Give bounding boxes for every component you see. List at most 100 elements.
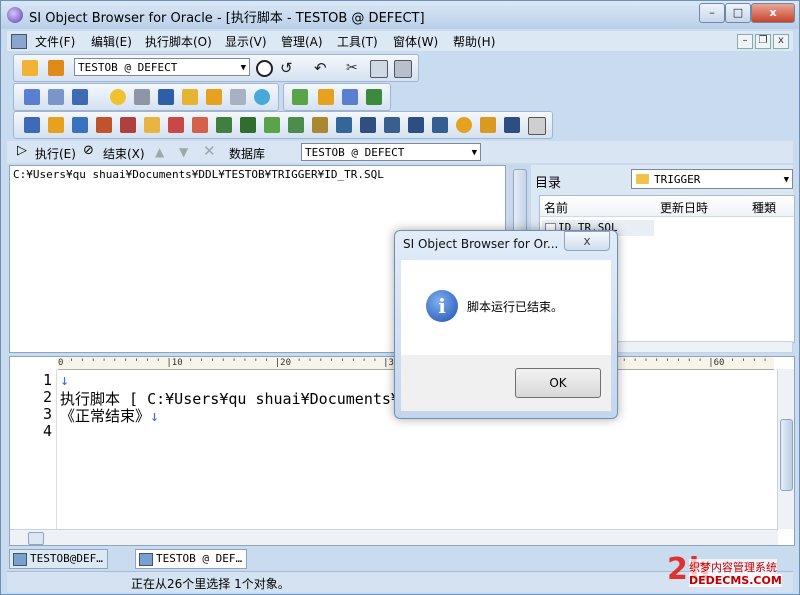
lock-icon[interactable] [182,89,198,105]
sync-icon[interactable] [254,89,270,105]
tab-connection[interactable]: TESTOB@DEF… [9,549,108,569]
script-path: C:¥Users¥qu shuai¥Documents¥DDL¥TESTOB¥T… [13,168,384,181]
column-type[interactable]: 種類 [752,199,776,216]
window-title: SI Object Browser for Oracle - [执行脚本 - T… [29,11,425,26]
procedure-icon[interactable] [168,117,184,133]
dialog-footer: OK [401,355,611,411]
sql-tool-icon[interactable] [342,89,358,105]
maximize-button[interactable]: □ [725,3,751,23]
connection-select-value: TESTOB @ DEFECT [78,61,178,74]
close-button[interactable]: x [751,3,795,23]
table-view-icon[interactable] [72,89,88,105]
menu-manage[interactable]: 管理(A) [281,33,323,50]
status-text: 正在从26个里选择 1个对象。 [131,577,290,591]
arrow-up-icon[interactable]: ▲ [155,145,164,159]
scroll-thumb[interactable] [780,419,793,491]
function-icon[interactable] [192,117,208,133]
file-list-header: 名前 更新日時 種類 [540,196,794,217]
chevron-down-icon: ▼ [783,175,789,185]
app-window: SI Object Browser for Oracle - [执行脚本 - T… [0,0,800,595]
synonym-icon[interactable] [144,117,160,133]
toolbar-tools [283,83,391,111]
cut-icon[interactable]: ✂ [346,60,362,76]
server-icon[interactable] [158,89,174,105]
mdi-close-button[interactable]: x [773,34,789,49]
type-icon[interactable] [288,117,304,133]
script-icon[interactable] [48,89,64,105]
import-icon[interactable] [292,89,308,105]
menu-help[interactable]: 帮助(H) [453,33,495,50]
dialog-close-button[interactable]: x [564,231,610,251]
connection-select[interactable]: TESTOB @ DEFECT ▼ [74,58,250,76]
menu-tools[interactable]: 工具(T) [337,33,378,50]
column-name[interactable]: 名前 [544,199,568,216]
database-icon[interactable] [134,89,150,105]
type-body-icon[interactable] [312,117,328,133]
vertical-scrollbar[interactable] [777,369,794,529]
new-file-icon[interactable] [22,60,38,76]
trigger-icon[interactable] [264,117,280,133]
menu-bar: 文件(F) 编辑(E) 执行脚本(O) 显示(V) 管理(A) 工具(T) 窗体… [7,31,793,51]
export-icon[interactable] [366,89,382,105]
package-body-icon[interactable] [240,117,256,133]
watermark: 2h 织梦内容管理系统 DEDECMS.COM [661,552,799,594]
link-icon[interactable] [384,117,400,133]
table-icon[interactable] [24,117,40,133]
document-icon[interactable] [11,34,27,49]
play-icon[interactable]: ▷ [17,143,27,158]
line-gutter: 1 2 3 4 [10,369,57,529]
user-icon[interactable] [110,89,126,105]
database-select[interactable]: TESTOB @ DEFECT ▼ [301,143,481,161]
stop-icon[interactable]: ⊘ [83,143,94,158]
menu-run-script[interactable]: 执行脚本(O) [145,33,212,50]
copy-icon[interactable] [370,60,388,78]
index-icon[interactable] [72,117,88,133]
line-number: 2 [42,388,52,406]
column-updated[interactable]: 更新日時 [660,199,708,216]
paste-icon[interactable] [394,60,412,78]
refresh-icon[interactable]: ↺ [280,60,296,76]
sequence-icon[interactable] [120,117,136,133]
execute-button[interactable]: 执行(E) [35,145,76,162]
info-panel-icon[interactable] [528,117,546,135]
job-icon[interactable] [456,117,472,133]
chevron-down-icon: ▼ [240,63,246,73]
clear-icon[interactable]: ✕ [203,142,216,160]
library-icon[interactable] [408,117,424,133]
user-key-icon[interactable] [480,117,496,133]
stop-button[interactable]: 结束(X) [103,145,145,162]
minimize-button[interactable]: – [699,3,725,23]
directory-select[interactable]: TRIGGER ▼ [631,169,793,189]
menu-edit[interactable]: 编辑(E) [91,33,132,50]
menu-window[interactable]: 窗体(W) [393,33,438,50]
tab-script[interactable]: TESTOB @ DEF… [135,549,248,569]
line-number: 3 [42,405,52,423]
app-icon [7,7,23,23]
mdi-minimize-button[interactable]: – [737,34,753,49]
mdi-restore-button[interactable]: ❐ [755,34,771,49]
help-icon[interactable] [318,89,334,105]
eol-mark: ↓ [60,371,70,389]
dialog-message: 脚本运行已结束。 [467,300,564,314]
key-icon[interactable] [48,117,64,133]
undo-icon[interactable]: ↶ [314,60,330,76]
arrow-down-icon[interactable]: ▼ [179,145,188,159]
view-icon[interactable] [96,117,112,133]
storage-icon[interactable] [206,89,222,105]
directory-icon[interactable] [432,117,448,133]
schema-icon[interactable] [504,117,520,133]
menu-file[interactable]: 文件(F) [35,33,75,50]
connect-icon[interactable] [256,60,273,77]
objects-icon[interactable] [230,89,246,105]
sql-icon[interactable] [24,89,40,105]
menu-view[interactable]: 显示(V) [225,33,267,50]
scroll-thumb[interactable] [28,532,44,545]
package-icon[interactable] [216,117,232,133]
dialog-body: i 脚本运行已结束。 [401,260,611,355]
snapshot-icon[interactable] [360,117,376,133]
database-label: 数据库 [229,147,266,161]
queue-icon[interactable] [336,117,352,133]
open-file-icon[interactable] [48,60,64,76]
ok-button[interactable]: OK [515,368,601,398]
horizontal-scrollbar[interactable] [10,529,778,545]
